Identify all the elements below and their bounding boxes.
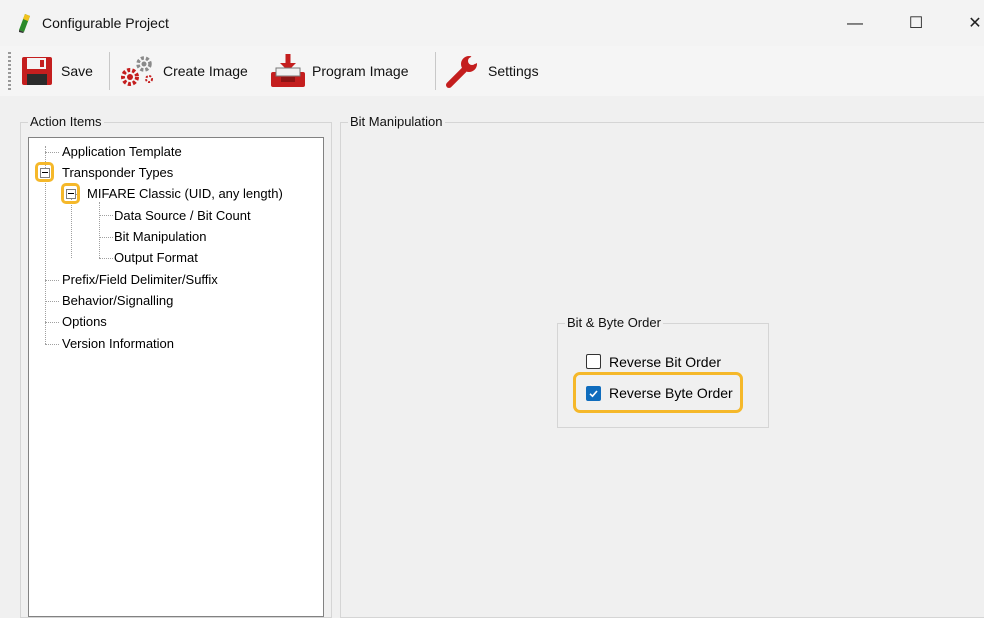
expander-highlight <box>35 162 54 182</box>
save-button[interactable]: Save <box>20 52 93 90</box>
tree-connector <box>45 344 59 345</box>
tree-connector <box>45 301 59 302</box>
tree-connector <box>99 258 113 259</box>
tree-item-version-information[interactable]: Version Information <box>62 336 174 351</box>
reverse-byte-order-label[interactable]: Reverse Byte Order <box>609 385 733 401</box>
tree-connector <box>45 322 59 323</box>
reverse-bit-order-label[interactable]: Reverse Bit Order <box>609 354 721 370</box>
tree-item-bit-manipulation[interactable]: Bit Manipulation <box>114 229 207 244</box>
title-bar: Configurable Project — ☐ ✕ <box>0 0 984 46</box>
close-button[interactable]: ✕ <box>952 9 984 39</box>
toolbar-separator <box>435 52 436 90</box>
save-label: Save <box>61 63 93 79</box>
tree-item-behavior-signalling[interactable]: Behavior/Signalling <box>62 293 173 308</box>
tree-item-output-format[interactable]: Output Format <box>114 250 198 265</box>
maximize-button[interactable]: ☐ <box>893 9 939 39</box>
expander-highlight <box>61 183 80 204</box>
toolbar-separator <box>109 52 110 90</box>
toolbar: Save Create Image Program Image Settings <box>0 46 984 96</box>
wrench-icon <box>446 55 479 88</box>
app-icon <box>19 14 30 33</box>
window-title: Configurable Project <box>42 15 169 31</box>
tree-connector <box>99 215 113 216</box>
gears-icon <box>121 56 153 86</box>
checkmark-icon <box>589 390 598 398</box>
tree-connector <box>45 152 59 153</box>
bit-byte-order-legend: Bit & Byte Order <box>565 315 663 330</box>
save-icon <box>22 57 52 85</box>
tree-item-transponder-types[interactable]: Transponder Types <box>62 165 173 180</box>
tree-item-options[interactable]: Options <box>62 314 107 329</box>
minimize-button[interactable]: — <box>832 9 878 39</box>
toolbar-grip[interactable] <box>8 52 11 90</box>
action-items-legend: Action Items <box>28 114 104 129</box>
reverse-bit-order-checkbox[interactable] <box>586 354 601 369</box>
create-image-button[interactable]: Create Image <box>118 52 248 90</box>
program-image-label: Program Image <box>312 63 409 79</box>
tree-item-mifare-classic[interactable]: MIFARE Classic (UID, any length) <box>87 186 283 201</box>
action-items-tree[interactable]: Application Template Transponder Types M… <box>28 137 324 617</box>
tree-item-data-source[interactable]: Data Source / Bit Count <box>114 208 251 223</box>
tree-item-application-template[interactable]: Application Template <box>62 144 182 159</box>
settings-label: Settings <box>488 63 539 79</box>
reverse-byte-order-checkbox[interactable] <box>586 386 601 401</box>
create-image-label: Create Image <box>163 63 248 79</box>
bit-manipulation-legend: Bit Manipulation <box>348 114 445 129</box>
program-image-button[interactable]: Program Image <box>268 52 408 90</box>
tree-connector <box>99 237 113 238</box>
settings-button[interactable]: Settings <box>445 52 539 90</box>
tree-connector <box>45 280 59 281</box>
tree-item-prefix-delimiter-suffix[interactable]: Prefix/Field Delimiter/Suffix <box>62 272 218 287</box>
tree-connector <box>99 202 100 258</box>
program-icon <box>271 54 305 87</box>
